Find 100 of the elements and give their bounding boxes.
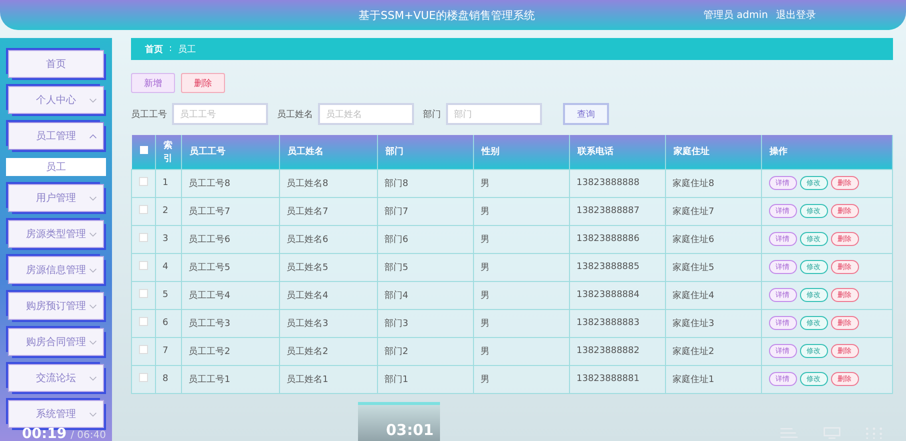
- menu-item[interactable]: 用户管理: [8, 184, 104, 212]
- select-all-checkbox[interactable]: [140, 146, 148, 154]
- table-cell: 8: [162, 374, 168, 384]
- table-cell: 13823888882: [576, 346, 640, 356]
- table-cell: 员工姓名8: [286, 178, 328, 188]
- table-cell: 男: [480, 290, 490, 300]
- table-cell: 家庭住址6: [672, 234, 714, 244]
- table-cell: 13823888887: [576, 206, 640, 216]
- delete-button[interactable]: 删除: [181, 73, 225, 93]
- row-checkbox[interactable]: [139, 261, 148, 270]
- row-checkbox[interactable]: [139, 177, 148, 186]
- table-cell: 家庭住址4: [672, 290, 714, 300]
- table-cell: 家庭住址7: [672, 206, 714, 216]
- table-cell: 5: [162, 290, 168, 300]
- table-cell: 男: [480, 206, 490, 216]
- table-cell: 男: [480, 262, 490, 272]
- search-field[interactable]: 员工工号: [172, 103, 268, 125]
- table-cell: 部门4: [384, 290, 408, 300]
- table-cell: 男: [480, 178, 490, 188]
- menu-item[interactable]: 首页: [8, 50, 104, 78]
- table-cell: 2: [162, 206, 168, 216]
- table-cell: 1: [162, 178, 168, 188]
- column-header: 索引: [164, 140, 172, 164]
- table-cell: 部门8: [384, 178, 408, 188]
- menu-item[interactable]: 系统管理: [8, 400, 104, 428]
- table-cell: 3: [162, 234, 168, 244]
- submenu-item[interactable]: 员工: [6, 158, 106, 176]
- table-cell: 家庭住址2: [672, 346, 714, 356]
- column-header: 性别: [482, 147, 500, 158]
- menu-item[interactable]: 个人中心: [8, 86, 104, 114]
- breadcrumb-current: 员工: [178, 44, 196, 56]
- row-checkbox[interactable]: [139, 345, 148, 354]
- menu-item[interactable]: 购房合同管理: [8, 328, 104, 356]
- table-cell: 员工姓名4: [286, 290, 328, 300]
- row-checkbox[interactable]: [139, 233, 148, 242]
- table-cell: 部门1: [384, 374, 408, 384]
- menu-item[interactable]: 交流论坛: [8, 364, 104, 392]
- table-cell: 员工工号2: [188, 346, 230, 356]
- table-cell: 家庭住址8: [672, 178, 714, 188]
- table-cell: 员工工号5: [188, 262, 230, 272]
- table-cell: 13823888888: [576, 178, 640, 188]
- table-cell: 13823888886: [576, 234, 640, 244]
- breadcrumb-separator: :: [169, 44, 172, 54]
- app-title: 基于SSM+VUE的楼盘销售管理系统: [358, 8, 536, 22]
- table-cell: 员工工号6: [188, 234, 230, 244]
- column-header: 操作: [770, 147, 788, 158]
- add-button[interactable]: 新增: [131, 73, 175, 93]
- column-header: 联系电话: [578, 147, 614, 158]
- table-cell: 部门2: [384, 346, 408, 356]
- table-cell: 男: [480, 374, 490, 384]
- breadcrumb-link[interactable]: 首页: [145, 42, 163, 56]
- table-cell: 员工工号4: [188, 290, 230, 300]
- search-field[interactable]: 员工姓名: [318, 103, 414, 125]
- table-cell: 家庭住址5: [672, 262, 714, 272]
- preview-time: 03:01: [386, 421, 434, 439]
- menu-item[interactable]: 房源信息管理: [8, 256, 104, 284]
- table-cell: 员工工号3: [188, 318, 230, 328]
- table-cell: 6: [162, 318, 168, 328]
- search-field[interactable]: 部门: [446, 103, 542, 125]
- menu-item[interactable]: 购房预订管理: [8, 292, 104, 320]
- column-header: 员工姓名: [288, 147, 324, 158]
- row-checkbox[interactable]: [139, 373, 148, 382]
- table-cell: 部门6: [384, 234, 408, 244]
- row-checkbox[interactable]: [139, 317, 148, 326]
- table-cell: 员工姓名6: [286, 234, 328, 244]
- field-label: 部门: [423, 108, 441, 120]
- table-cell: 男: [480, 346, 490, 356]
- table-cell: 部门7: [384, 206, 408, 216]
- table-cell: 部门3: [384, 318, 408, 328]
- row-checkbox[interactable]: [139, 205, 148, 214]
- column-header: 家庭住址: [674, 147, 710, 158]
- search-button[interactable]: 查询: [563, 103, 609, 125]
- row-checkbox[interactable]: [139, 289, 148, 298]
- table-cell: 7: [162, 346, 168, 356]
- table-cell: 家庭住址3: [672, 318, 714, 328]
- user-label: 管理员 admin: [703, 9, 768, 22]
- table-cell: 员工姓名7: [286, 206, 328, 216]
- table-cell: 13823888881: [576, 374, 640, 384]
- table-cell: 4: [162, 262, 168, 272]
- table-cell: 员工姓名2: [286, 346, 328, 356]
- field-label: 员工工号: [131, 108, 167, 120]
- table-cell: 男: [480, 234, 490, 244]
- column-header: 部门: [386, 147, 404, 158]
- field-label: 员工姓名: [277, 108, 313, 120]
- table-cell: 部门5: [384, 262, 408, 272]
- column-header: 员工工号: [190, 147, 226, 158]
- table-cell: 家庭住址1: [672, 374, 714, 384]
- table-cell: 13823888885: [576, 262, 640, 272]
- logout-link[interactable]: 退出登录: [776, 8, 816, 22]
- table-cell: 员工工号7: [188, 206, 230, 216]
- table-cell: 员工工号8: [188, 178, 230, 188]
- table-cell: 13823888884: [576, 290, 640, 300]
- table-cell: 13823888883: [576, 318, 640, 328]
- menu-item[interactable]: 房源类型管理: [8, 220, 104, 248]
- table-cell: 员工工号1: [188, 374, 230, 384]
- elapsed-time: 00:19: [22, 427, 67, 441]
- table-cell: 员工姓名5: [286, 262, 328, 272]
- table-cell: 男: [480, 318, 490, 328]
- table-cell: 员工姓名3: [286, 318, 328, 328]
- duration-time: / 06:40: [70, 431, 106, 441]
